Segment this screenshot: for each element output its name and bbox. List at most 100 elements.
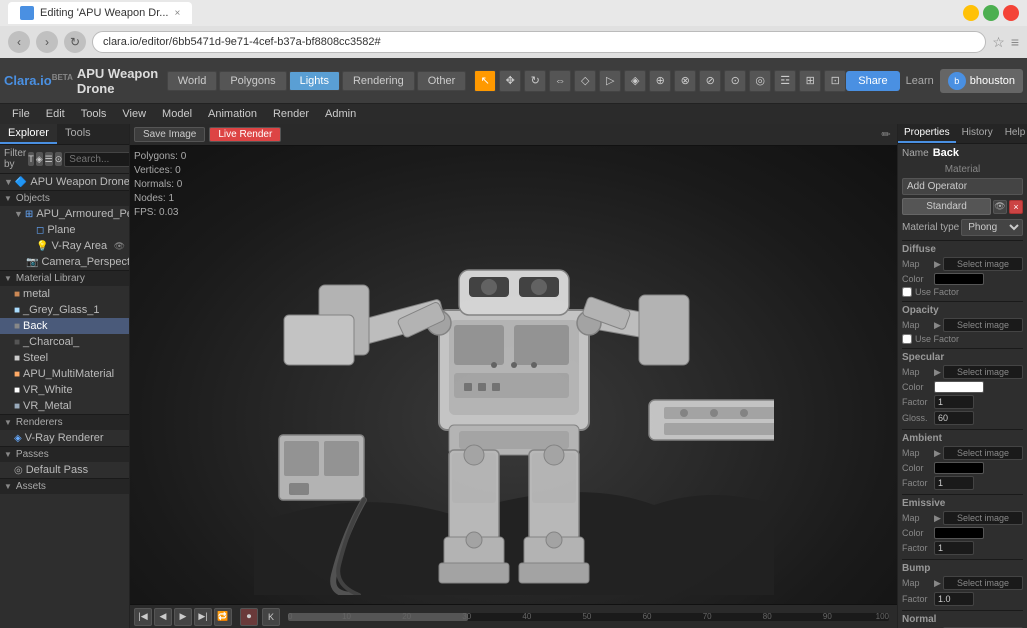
tool14-icon[interactable]: ⊞ bbox=[799, 70, 821, 92]
user-badge[interactable]: b bhouston bbox=[940, 69, 1023, 93]
section-objects[interactable]: ▼ Objects bbox=[0, 190, 129, 206]
opacity-select-image[interactable]: Select image bbox=[943, 318, 1023, 332]
menu-model[interactable]: Model bbox=[154, 106, 200, 122]
mode-rendering[interactable]: Rendering bbox=[342, 71, 415, 91]
bump-factor-input[interactable] bbox=[934, 592, 974, 606]
menu-view[interactable]: View bbox=[114, 106, 154, 122]
tool15-icon[interactable]: ⊡ bbox=[824, 70, 846, 92]
menu-render[interactable]: Render bbox=[265, 106, 317, 122]
diffuse-select-image[interactable]: Select image bbox=[943, 257, 1023, 271]
mat-grey-glass[interactable]: ■ _Grey_Glass_1 bbox=[0, 302, 129, 318]
record-button[interactable]: ⏺ bbox=[240, 608, 258, 626]
use-factor-checkbox[interactable] bbox=[902, 287, 912, 297]
mode-world[interactable]: World bbox=[167, 71, 218, 91]
browser-tab[interactable]: Editing 'APU Weapon Dr... × bbox=[8, 2, 192, 24]
material-type-select[interactable]: Phong bbox=[961, 219, 1023, 236]
glossiness-input[interactable] bbox=[934, 411, 974, 425]
tree-item-plane[interactable]: ◻ Plane bbox=[0, 222, 129, 238]
mat-steel[interactable]: ■ Steel bbox=[0, 350, 129, 366]
play-start-button[interactable]: |◀ bbox=[134, 608, 152, 626]
opacity-use-factor-checkbox[interactable] bbox=[902, 334, 912, 344]
emissive-select-image[interactable]: Select image bbox=[943, 511, 1023, 525]
back-button[interactable]: ‹ bbox=[8, 31, 30, 53]
live-render-button[interactable]: Live Render bbox=[209, 127, 281, 142]
emissive-color-swatch[interactable] bbox=[934, 527, 984, 539]
tab-properties[interactable]: Properties bbox=[898, 124, 956, 143]
viewport-canvas[interactable]: Polygons: 0 Vertices: 0 Normals: 0 Nodes… bbox=[130, 146, 897, 604]
mat-back[interactable]: ■ Back bbox=[0, 318, 129, 334]
bookmark-icon[interactable]: ☆ bbox=[992, 34, 1005, 51]
standard-eye-icon[interactable]: 👁 bbox=[993, 200, 1007, 214]
menu-animation[interactable]: Animation bbox=[200, 106, 265, 122]
emissive-factor-input[interactable] bbox=[934, 541, 974, 555]
tree-root[interactable]: ▼ 🔷 APU Weapon Drone bbox=[0, 174, 129, 190]
filter-type-icon[interactable]: T bbox=[28, 152, 34, 166]
tool10-icon[interactable]: ⊘ bbox=[699, 70, 721, 92]
tool11-icon[interactable]: ⊙ bbox=[724, 70, 746, 92]
play-play-button[interactable]: ▶ bbox=[174, 608, 192, 626]
mat-vr-white[interactable]: ■ VR_White bbox=[0, 382, 129, 398]
add-operator-button[interactable]: Add Operator bbox=[902, 178, 1023, 195]
mat-apu-multi[interactable]: ■ APU_MultiMaterial bbox=[0, 366, 129, 382]
rotate-icon[interactable]: ↻ bbox=[524, 70, 546, 92]
minimize-button[interactable] bbox=[963, 5, 979, 21]
specular-factor-input[interactable] bbox=[934, 395, 974, 409]
move-icon[interactable]: ✥ bbox=[499, 70, 521, 92]
refresh-button[interactable]: ↻ bbox=[64, 31, 86, 53]
menu-admin[interactable]: Admin bbox=[317, 106, 364, 122]
select-icon[interactable]: ↖ bbox=[474, 70, 496, 92]
address-bar[interactable]: clara.io/editor/6bb5471d-9e71-4cef-b37a-… bbox=[92, 31, 986, 53]
ambient-factor-input[interactable] bbox=[934, 476, 974, 490]
mode-other[interactable]: Other bbox=[417, 71, 467, 91]
tool7-icon[interactable]: ◈ bbox=[624, 70, 646, 92]
settings-icon[interactable]: ≡ bbox=[1011, 34, 1019, 50]
close-button[interactable] bbox=[1003, 5, 1019, 21]
mat-vr-metal[interactable]: ■ VR_Metal bbox=[0, 398, 129, 414]
menu-tools[interactable]: Tools bbox=[73, 106, 115, 122]
tool12-icon[interactable]: ◎ bbox=[749, 70, 771, 92]
specular-color-swatch[interactable] bbox=[934, 381, 984, 393]
play-prev-button[interactable]: ◀ bbox=[154, 608, 172, 626]
timeline-bar[interactable]: 0 10 20 30 40 50 60 70 80 90 100 bbox=[288, 613, 889, 621]
ambient-select-image[interactable]: Select image bbox=[943, 446, 1023, 460]
section-materials[interactable]: ▼ Material Library bbox=[0, 270, 129, 286]
tab-explorer[interactable]: Explorer bbox=[0, 124, 57, 144]
ambient-color-swatch[interactable] bbox=[934, 462, 984, 474]
viewport-edit-icon[interactable]: ✏ bbox=[879, 128, 893, 142]
pass-default[interactable]: ◎ Default Pass bbox=[0, 462, 129, 478]
search-input[interactable] bbox=[64, 152, 130, 167]
scale-icon[interactable]: ⇔ bbox=[549, 70, 571, 92]
renderer-vray[interactable]: ◈ V-Ray Renderer bbox=[0, 430, 129, 446]
key-button[interactable]: K bbox=[262, 608, 280, 626]
tab-close-button[interactable]: × bbox=[174, 8, 180, 19]
mode-polygons[interactable]: Polygons bbox=[219, 71, 286, 91]
tool13-icon[interactable]: ☲ bbox=[774, 70, 796, 92]
bump-select-image[interactable]: Select image bbox=[943, 576, 1023, 590]
menu-edit[interactable]: Edit bbox=[38, 106, 73, 122]
standard-button[interactable]: Standard bbox=[902, 198, 991, 215]
tool6-icon[interactable]: ▷ bbox=[599, 70, 621, 92]
share-button[interactable]: Share bbox=[846, 71, 899, 91]
section-assets[interactable]: ▼ Assets bbox=[0, 478, 129, 494]
tool5-icon[interactable]: ◇ bbox=[574, 70, 596, 92]
diffuse-color-swatch[interactable] bbox=[934, 273, 984, 285]
tab-tools[interactable]: Tools bbox=[57, 124, 99, 144]
learn-button[interactable]: Learn bbox=[906, 75, 934, 87]
play-loop-button[interactable]: 🔁 bbox=[214, 608, 232, 626]
filter-icon3[interactable]: ☰ bbox=[45, 152, 53, 166]
filter-icon2[interactable]: ◈ bbox=[36, 152, 43, 166]
tree-item-apu[interactable]: ▼ ⊞ APU_Armoured_Pers... bbox=[0, 206, 129, 222]
maximize-button[interactable] bbox=[983, 5, 999, 21]
section-passes[interactable]: ▼ Passes bbox=[0, 446, 129, 462]
tool8-icon[interactable]: ⊕ bbox=[649, 70, 671, 92]
mode-lights[interactable]: Lights bbox=[289, 71, 340, 91]
tab-help[interactable]: Help bbox=[999, 124, 1027, 143]
tool9-icon[interactable]: ⊗ bbox=[674, 70, 696, 92]
tab-history[interactable]: History bbox=[956, 124, 999, 143]
mat-charcoal[interactable]: ■ _Charcoal_ bbox=[0, 334, 129, 350]
forward-button[interactable]: › bbox=[36, 31, 58, 53]
save-image-button[interactable]: Save Image bbox=[134, 127, 205, 142]
menu-file[interactable]: File bbox=[4, 106, 38, 122]
tree-item-vray-area[interactable]: 💡 V-Ray Area 👁 bbox=[0, 238, 129, 254]
section-renderers[interactable]: ▼ Renderers bbox=[0, 414, 129, 430]
